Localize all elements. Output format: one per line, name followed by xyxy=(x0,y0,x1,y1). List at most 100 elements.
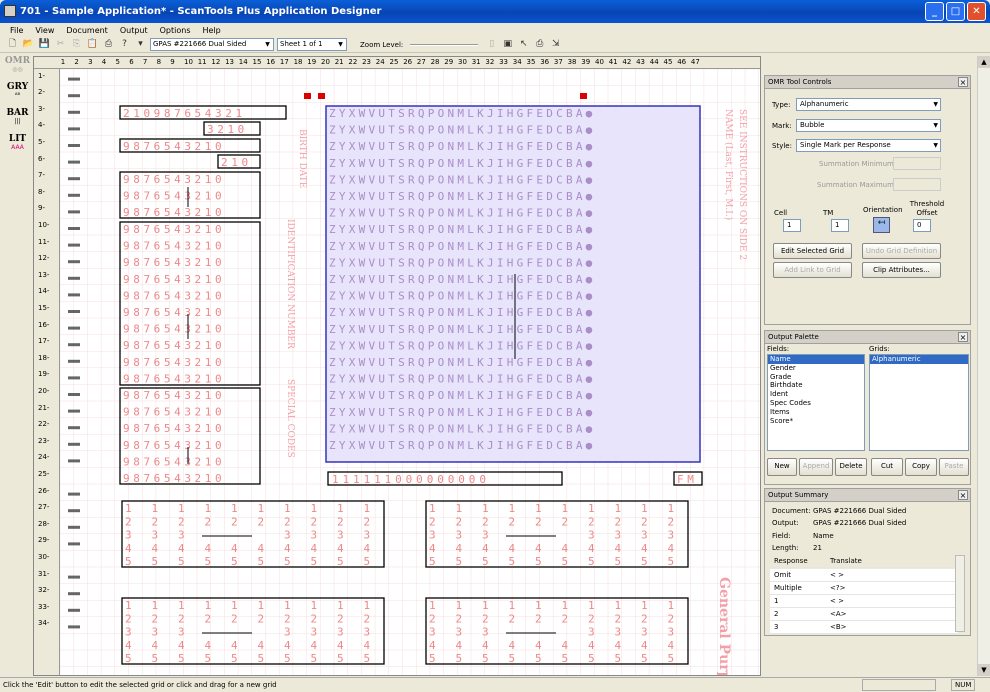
translate-row[interactable]: 2 <A> xyxy=(770,608,958,621)
field-list-item[interactable]: Score* xyxy=(768,417,864,426)
timing-mark xyxy=(68,94,80,98)
canvas-scrollbar[interactable]: ▲ ▼ xyxy=(977,56,990,676)
ruler-top-number: 35 xyxy=(526,58,536,66)
translate-row[interactable]: Multiple <?> xyxy=(770,582,958,595)
cell-stepper[interactable]: 1 xyxy=(783,219,801,232)
menu-options[interactable]: Options xyxy=(154,26,197,35)
close-button[interactable]: ✕ xyxy=(967,2,986,21)
cell-label: Cell xyxy=(774,209,788,217)
close-icon[interactable]: × xyxy=(958,490,968,500)
ruler-top-number: 40 xyxy=(595,58,604,66)
save-icon[interactable]: 💾 xyxy=(38,38,51,51)
digit-row: 9876543210 xyxy=(123,273,225,286)
fields-list[interactable]: Name Gender Grade Birthdate Ident Spec Codes I… xyxy=(767,354,865,451)
summation-min-input[interactable] xyxy=(893,157,941,170)
field-list-item[interactable]: Name xyxy=(768,355,864,364)
more-icon[interactable]: ▾ xyxy=(134,38,147,51)
ruler-top-number: 12 xyxy=(211,58,221,66)
copy-icon[interactable]: ⎘ xyxy=(70,38,83,51)
document-combo[interactable]: GPAS #221666 Dual Sided ▼ xyxy=(150,38,274,51)
field-list-item[interactable]: Spec Codes xyxy=(768,399,864,408)
menu-view[interactable]: View xyxy=(29,26,60,35)
form-drawing[interactable]: ZYXWVUTSRQPONMLKJIHGFEDCBA● ZYXWVUTSRQPON… xyxy=(60,69,761,676)
letter-row: ZYXWVUTSRQPONMLKJIHGFEDCBA● xyxy=(329,422,596,435)
menu-file[interactable]: File xyxy=(4,26,29,35)
maximize-button[interactable]: □ xyxy=(946,2,965,21)
item-bubble: 4 xyxy=(178,639,188,652)
zoom-slider[interactable] xyxy=(410,43,479,46)
registration-mark xyxy=(318,93,325,99)
menu-output[interactable]: Output xyxy=(114,26,154,35)
form-canvas[interactable]: 1 2 3 4 5 6 7 8 9 10 11 12 13 14 15 16 17 18 19 20 21 22 23 24 2… xyxy=(33,56,761,676)
print-icon[interactable]: ⎙ xyxy=(102,38,115,51)
summary-output-key: Output: xyxy=(772,519,799,527)
item-bubble: 2 xyxy=(588,612,598,625)
summation-max-input[interactable] xyxy=(893,178,941,191)
open-icon[interactable]: 📂 xyxy=(22,38,35,51)
ruler-left-number: 10- xyxy=(38,221,50,229)
orientation-arrow-icon[interactable]: ↤ xyxy=(873,217,890,233)
append-button[interactable]: Append xyxy=(799,458,833,476)
translate-row[interactable]: Omit < > xyxy=(770,569,958,582)
sheet-combo[interactable]: Sheet 1 of 1 ▼ xyxy=(277,38,347,51)
cut-button[interactable]: Cut xyxy=(871,458,903,476)
type-select[interactable]: Alphanumeric ▼ xyxy=(796,98,941,111)
clipboard-icon[interactable]: ▣ xyxy=(501,38,514,51)
minimize-button[interactable]: _ xyxy=(925,2,944,21)
edit-selected-grid-button[interactable]: Edit Selected Grid xyxy=(773,243,852,259)
export-icon[interactable]: ⇲ xyxy=(549,38,562,51)
translate-row[interactable]: 3 <B> xyxy=(770,621,958,634)
scroll-down-icon[interactable]: ▼ xyxy=(978,664,990,676)
ruler-left-number: 18- xyxy=(38,353,50,362)
pointer-icon[interactable]: ↖ xyxy=(517,38,530,51)
field-list-item[interactable]: Birthdate xyxy=(768,381,864,390)
scroll-up-icon[interactable]: ▲ xyxy=(978,56,990,68)
close-icon[interactable]: × xyxy=(958,332,968,342)
cut-icon[interactable]: ✂ xyxy=(54,38,67,51)
new-button[interactable]: New xyxy=(767,458,797,476)
gry-tool-button[interactable]: GRY ᴬᴮ xyxy=(3,82,32,107)
item-bubble: 3 xyxy=(588,529,598,542)
field-list-item[interactable]: Gender xyxy=(768,364,864,373)
mark-select[interactable]: Bubble ▼ xyxy=(796,119,941,132)
item-bubble: 4 xyxy=(509,639,519,652)
page-icon[interactable]: ▯ xyxy=(485,38,498,51)
ruler-top-number: 42 xyxy=(622,58,632,66)
help-icon[interactable]: ? xyxy=(118,38,131,51)
style-select[interactable]: Single Mark per Response ▼ xyxy=(796,139,941,152)
ruler-left-number: 23- xyxy=(38,436,50,445)
translate-table-scrollbar[interactable] xyxy=(955,555,965,632)
document-combo-value: GPAS #221666 Dual Sided xyxy=(153,40,247,48)
grids-list[interactable]: Alphanumeric xyxy=(869,354,969,451)
summary-field-value: Name xyxy=(813,532,834,540)
paste-icon[interactable]: 📋 xyxy=(86,38,99,51)
field-list-item[interactable]: Grade xyxy=(768,373,864,382)
clip-attributes-button[interactable]: Clip Attributes... xyxy=(862,262,941,278)
close-icon[interactable]: × xyxy=(958,77,968,87)
ruler-left: 1- 2- 3- 4- 5- 6- 7- 8- 9- 10- 11- 12- 13- 14- 15- 16- 1… xyxy=(34,69,60,675)
threshold-stepper[interactable]: 0 xyxy=(913,219,931,232)
paste-button[interactable]: Paste xyxy=(939,458,969,476)
print-preview-icon[interactable]: ⎙ xyxy=(533,38,546,51)
menu-help[interactable]: Help xyxy=(197,26,227,35)
translate-row[interactable]: 1 < > xyxy=(770,595,958,608)
copy-button[interactable]: Copy xyxy=(905,458,937,476)
item-bubble: 3 xyxy=(284,529,294,542)
grid-list-item[interactable]: Alphanumeric xyxy=(870,355,968,364)
field-list-item[interactable]: Items xyxy=(768,408,864,417)
add-link-to-grid-button[interactable]: Add Link to Grid xyxy=(773,262,852,278)
delete-button[interactable]: Delete xyxy=(835,458,867,476)
undo-grid-definition-button[interactable]: Undo Grid Definition xyxy=(862,243,941,259)
field-list-item[interactable]: Ident xyxy=(768,390,864,399)
new-icon[interactable]: 🗋 xyxy=(6,38,19,51)
timing-mark xyxy=(68,77,80,81)
tm-stepper[interactable]: 1 xyxy=(831,219,849,232)
bar-tool-button[interactable]: BAR ||| xyxy=(3,108,32,133)
menu-document[interactable]: Document xyxy=(60,26,113,35)
item-bubble: 2 xyxy=(456,515,466,528)
lit-tool-button[interactable]: LIT AAA xyxy=(3,134,32,159)
item-bubble: 2 xyxy=(588,515,598,528)
omr-tool-button[interactable]: OMR ◎◎ xyxy=(3,56,32,81)
letter-row: ZYXWVUTSRQPONMLKJIHGFEDCBA● xyxy=(329,173,596,186)
item-bubble: 5 xyxy=(509,652,519,665)
